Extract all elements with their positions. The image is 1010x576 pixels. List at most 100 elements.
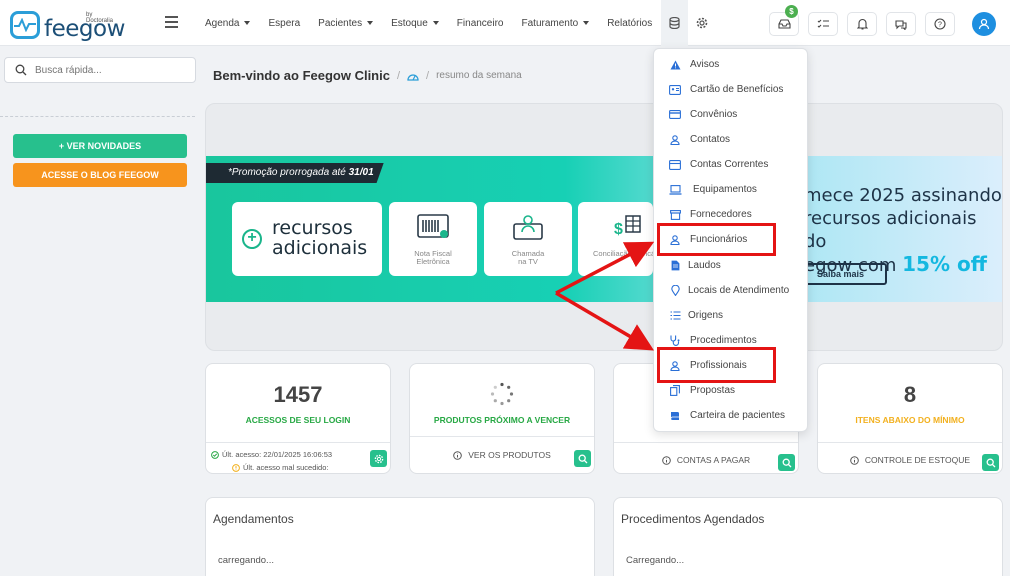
- menu-item-label: Contatos: [690, 134, 731, 145]
- user-avatar-icon[interactable]: [972, 12, 996, 36]
- person-monitor-icon: [513, 215, 543, 240]
- chat-icon[interactable]: [886, 12, 916, 36]
- user-icon: [670, 134, 680, 145]
- promo-date: 31/01: [348, 167, 374, 178]
- see-news-button[interactable]: + VER NOVIDADES: [13, 134, 187, 158]
- inbox-icon[interactable]: $: [769, 5, 799, 36]
- nav-label: Agenda: [205, 17, 240, 29]
- search-icon: [15, 64, 27, 76]
- link-label: VER OS PRODUTOS: [468, 450, 551, 460]
- view-products-link[interactable]: VER OS PRODUTOS: [410, 450, 594, 460]
- menu-item-label: Laudos: [688, 260, 721, 271]
- appointments-panel: Agendamentos carregando...: [205, 497, 595, 576]
- scheduled-procedures-panel: Procedimentos Agendados Carregando...: [613, 497, 1003, 576]
- panel-loading-text: carregando...: [218, 555, 274, 566]
- tile-label: Chamada na TV: [511, 249, 545, 266]
- menu-item-convenios[interactable]: Convênios: [654, 102, 809, 127]
- nav-item-agenda[interactable]: Agenda: [196, 0, 259, 46]
- menu-item-carteira-pacientes[interactable]: Carteira de pacientes: [654, 403, 809, 428]
- card-divider: [614, 442, 798, 443]
- last-access-row: Últ. acesso: 22/01/2025 16:06:53: [211, 450, 332, 459]
- menu-item-label: Cartão de Benefícios: [690, 84, 784, 95]
- blog-button[interactable]: ACESSE O BLOG FEEGOW: [13, 163, 187, 187]
- credit-card-icon: [669, 110, 681, 119]
- menu-item-laudos[interactable]: Laudos: [654, 253, 809, 278]
- nav-item-relatorios[interactable]: Relatórios: [598, 0, 661, 46]
- tile-tv-call: Chamada na TV: [484, 202, 572, 276]
- menu-item-origens[interactable]: Origens: [654, 303, 809, 328]
- page-title: Bem-vindo ao Feegow Clinic: [213, 68, 390, 83]
- menu-item-equipamentos[interactable]: Equipamentos: [654, 177, 809, 202]
- nav-item-financeiro[interactable]: Financeiro: [448, 0, 513, 46]
- menu-item-cartao-beneficios[interactable]: Cartão de Benefícios: [654, 77, 809, 102]
- menu-item-label: Avisos: [690, 59, 720, 70]
- gear-icon[interactable]: [688, 0, 715, 46]
- barcode-invoice-icon: [417, 214, 449, 238]
- book-icon: [670, 411, 679, 420]
- nav-label: Financeiro: [456, 17, 504, 29]
- promo-headline-line1: mece 2025 assinando: [804, 185, 1002, 206]
- link-label: CONTROLE DE ESTOQUE: [864, 455, 971, 465]
- menu-item-avisos[interactable]: Avisos: [654, 52, 809, 77]
- info-icon: [662, 455, 671, 465]
- stat-value: 8: [903, 382, 917, 407]
- promo-banner-card: *Promoção prorrogada até 31/01 + recurso…: [205, 103, 1003, 351]
- tile-invoice: Nota Fiscal Eletrônica: [389, 202, 477, 276]
- card-divider: [206, 442, 390, 443]
- search-button[interactable]: [574, 450, 591, 467]
- card-divider: [818, 442, 1002, 443]
- gear-icon: [374, 454, 383, 463]
- bank-icon: [669, 159, 681, 170]
- nav-item-pacientes[interactable]: Pacientes: [309, 0, 382, 46]
- stat-label: ITENS ABAIXO DO MÍNIMO: [855, 415, 965, 425]
- promo-headline-line2: recursos adicionais do: [804, 208, 977, 252]
- list-icon: [670, 311, 680, 320]
- stock-control-link[interactable]: CONTROLE DE ESTOQUE: [818, 455, 1002, 465]
- id-card-icon: [669, 84, 681, 95]
- dashboard-gauge-icon: [407, 73, 419, 81]
- tile-resources: + recursos adicionais: [232, 202, 382, 276]
- quick-search[interactable]: [4, 57, 196, 83]
- panel-loading-text: Carregando...: [626, 555, 685, 566]
- nav-item-estoque[interactable]: Estoque: [382, 0, 448, 46]
- menu-item-locais-atendimento[interactable]: Locais de Atendimento: [654, 278, 809, 303]
- search-button[interactable]: [982, 454, 999, 471]
- checklist-icon[interactable]: [808, 12, 838, 36]
- logo-pulse-icon: [10, 11, 40, 39]
- panel-title: Agendamentos: [213, 512, 294, 526]
- nav-label: Estoque: [391, 17, 428, 29]
- info-icon: [850, 455, 859, 465]
- menu-item-label: Propostas: [690, 385, 736, 396]
- main-nav: Agenda Espera Pacientes Estoque Financei…: [196, 0, 715, 46]
- menu-item-contas-correntes[interactable]: Contas Correntes: [654, 152, 809, 177]
- highlight-box-profissionais: [657, 347, 776, 383]
- last-failed-access-text: Últ. acesso mal sucedido:: [243, 463, 329, 472]
- accounts-payable-link[interactable]: CONTAS A PAGAR: [614, 455, 798, 465]
- nav-item-espera[interactable]: Espera: [259, 0, 309, 46]
- menu-item-contatos[interactable]: Contatos: [654, 127, 809, 152]
- card-divider: [410, 436, 594, 437]
- caret-down-icon: [432, 21, 439, 25]
- top-right-actions: $ ?: [769, 5, 996, 36]
- bell-icon[interactable]: [847, 12, 877, 36]
- dollar-badge: $: [785, 5, 798, 18]
- nav-item-faturamento[interactable]: Faturamento: [513, 0, 599, 46]
- nav-label: Espera: [268, 17, 301, 29]
- laptop-icon: [669, 184, 681, 195]
- stat-label: PRODUTOS PRÓXIMO A VENCER: [433, 415, 571, 425]
- tile-label: Nota Fiscal Eletrônica: [414, 249, 452, 266]
- caret-down-icon: [367, 21, 374, 25]
- search-button[interactable]: [778, 454, 795, 471]
- box-icon: [669, 209, 681, 220]
- breadcrumb-separator: /: [426, 69, 430, 82]
- settings-button[interactable]: [370, 450, 387, 467]
- menu-toggle-icon[interactable]: [165, 16, 178, 28]
- database-icon[interactable]: [661, 0, 689, 46]
- nav-label: Faturamento: [521, 17, 579, 29]
- link-label: CONTAS A PAGAR: [676, 455, 751, 465]
- feegow-logo[interactable]: by Doctoralia feegow: [10, 10, 125, 42]
- help-icon[interactable]: ?: [925, 12, 955, 36]
- caret-down-icon: [583, 21, 590, 25]
- menu-item-label: Procedimentos: [690, 335, 757, 346]
- search-input[interactable]: [35, 62, 185, 78]
